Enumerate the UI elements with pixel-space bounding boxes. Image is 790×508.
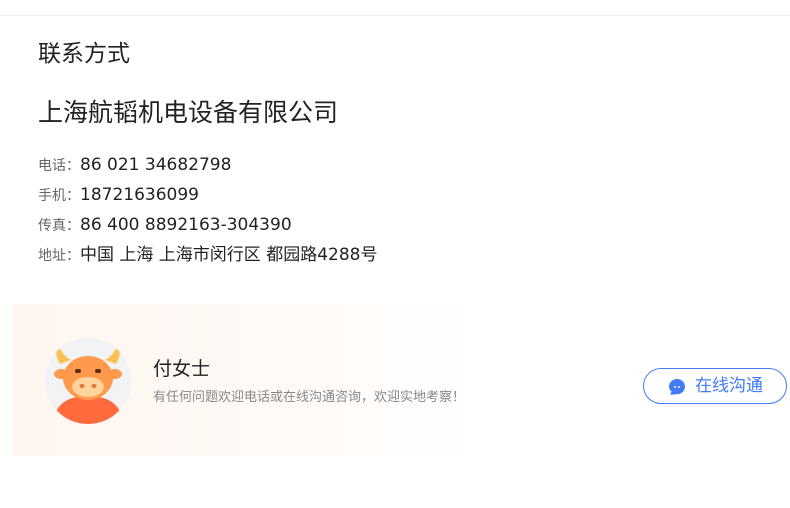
bull-mascot-icon: [53, 346, 123, 424]
mobile-value: 18721636099: [80, 185, 199, 205]
contact-person-card: 付女士 有任何问题欢迎电话或在线沟通咨询，欢迎实地考察！ 在线沟通: [12, 304, 790, 456]
address-value: 中国 上海 上海市闵行区 都园路4288号: [80, 245, 378, 265]
company-name: 上海航韬机电设备有限公司: [38, 98, 339, 127]
online-chat-label: 在线沟通: [695, 376, 763, 396]
phone-label: 电话：: [38, 158, 80, 174]
top-divider: [0, 15, 790, 16]
avatar: [45, 338, 131, 424]
address-label: 地址：: [38, 248, 80, 264]
section-title: 联系方式: [38, 41, 130, 67]
fax-label: 传真：: [38, 218, 80, 234]
fax-row: 传真：86 400 8892163-304390: [38, 212, 377, 242]
mobile-row: 手机：18721636099: [38, 182, 377, 212]
person-description: 有任何问题欢迎电话或在线沟通咨询，欢迎实地考察！: [153, 390, 466, 405]
mobile-label: 手机：: [38, 188, 80, 204]
online-chat-button[interactable]: 在线沟通: [643, 368, 787, 404]
address-row: 地址：中国 上海 上海市闵行区 都园路4288号: [38, 242, 377, 272]
phone-value: 86 021 34682798: [80, 155, 232, 175]
person-name: 付女士: [153, 358, 211, 380]
phone-row: 电话：86 021 34682798: [38, 152, 377, 182]
fax-value: 86 400 8892163-304390: [80, 215, 292, 235]
contact-page: 联系方式 上海航韬机电设备有限公司 电话：86 021 34682798 手机：…: [0, 0, 790, 508]
chat-bubble-icon: [669, 379, 685, 395]
contact-info-list: 电话：86 021 34682798 手机：18721636099 传真：86 …: [38, 152, 377, 272]
